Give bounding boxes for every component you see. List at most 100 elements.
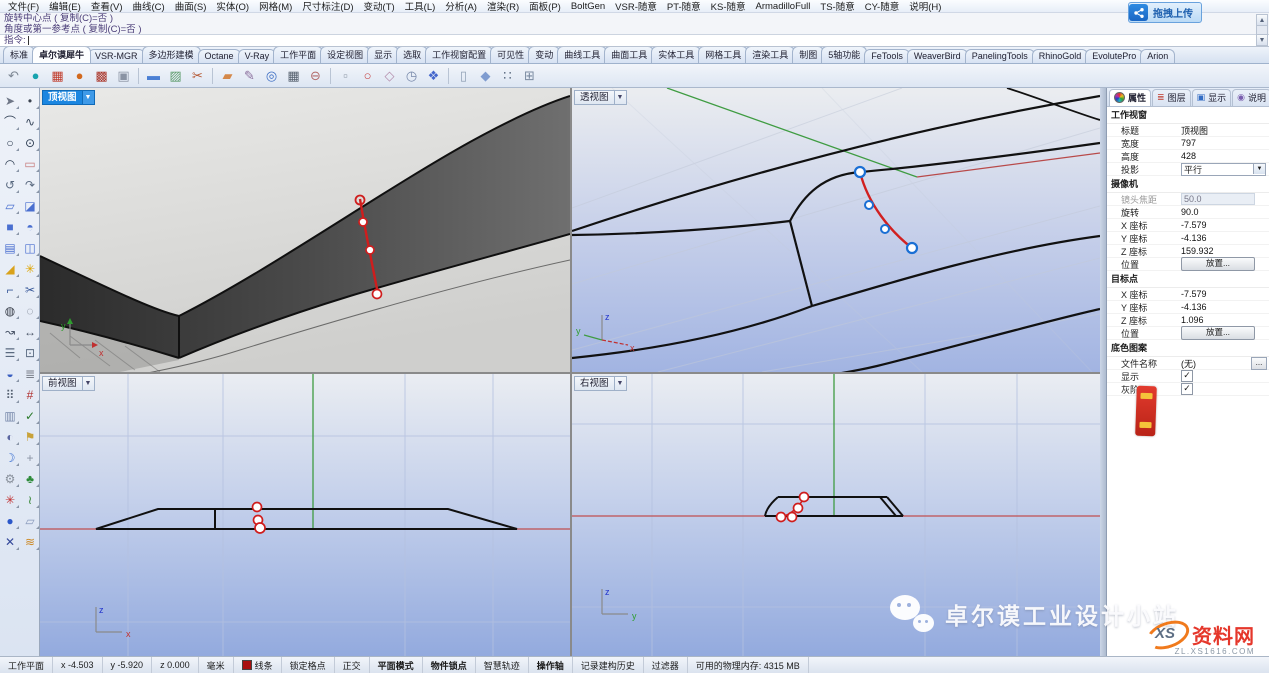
- burst-red-icon[interactable]: ✳: [0, 489, 20, 510]
- status-segment[interactable]: 智慧轨迹: [476, 657, 529, 673]
- chevron-down-icon[interactable]: ▼: [615, 90, 627, 105]
- layers-icon[interactable]: ≣: [20, 363, 40, 384]
- menu-item[interactable]: BoltGen: [566, 1, 610, 12]
- menu-item[interactable]: 尺寸标注(D): [297, 0, 358, 13]
- target-circle-icon[interactable]: ◎: [262, 66, 281, 85]
- pan-view-icon[interactable]: ▬: [144, 66, 163, 85]
- browse-button[interactable]: ...: [1251, 357, 1267, 370]
- toolbar-tab[interactable]: 曲面工具: [604, 47, 654, 63]
- status-segment[interactable]: 记录建构历史: [573, 657, 644, 673]
- property-value[interactable]: -4.136: [1181, 233, 1269, 243]
- checkbox[interactable]: ✓: [1181, 383, 1193, 395]
- viewport-perspective[interactable]: z y x 透视图 ▼: [572, 88, 1100, 372]
- red-box-icon[interactable]: ▦: [48, 66, 67, 85]
- polyline-icon[interactable]: ⌒: [0, 111, 20, 132]
- curve-edit-icon[interactable]: ↝: [0, 321, 20, 342]
- menu-item[interactable]: 文件(F): [3, 0, 44, 13]
- chevron-down-icon[interactable]: ▼: [83, 376, 95, 391]
- status-segment[interactable]: 过滤器: [644, 657, 688, 673]
- toolbar-tab[interactable]: Octane: [198, 49, 241, 63]
- checkbox[interactable]: ✓: [1181, 370, 1193, 382]
- viewport-title-right[interactable]: 右视图 ▼: [574, 376, 627, 391]
- toolbar-tab[interactable]: 标准: [3, 47, 35, 63]
- command-input[interactable]: 指令:: [0, 34, 1269, 46]
- toolbar-tab[interactable]: 显示: [367, 47, 399, 63]
- status-segment[interactable]: 物件锁点: [423, 657, 476, 673]
- trim-icon[interactable]: ✂: [20, 279, 40, 300]
- menu-item[interactable]: KS-随意: [706, 0, 751, 13]
- viewport-top[interactable]: y x 顶视图 ▼: [40, 88, 570, 372]
- property-value[interactable]: 159.932: [1181, 246, 1269, 256]
- toolbar-tab[interactable]: 实体工具: [651, 47, 701, 63]
- property-value[interactable]: -4.136: [1181, 302, 1269, 312]
- toolbar-tab[interactable]: PanelingTools: [965, 49, 1035, 63]
- menu-item[interactable]: ArmadilloFull: [751, 1, 816, 12]
- plane-tool-icon[interactable]: ◇: [380, 66, 399, 85]
- toolbar-tab[interactable]: 工作平面: [273, 47, 323, 63]
- mesh-grid-icon[interactable]: ▦: [284, 66, 303, 85]
- check-icon[interactable]: ✓: [20, 405, 40, 426]
- viewport-title-perspective[interactable]: 透视图 ▼: [574, 90, 627, 105]
- sheet-icon[interactable]: ▱: [20, 510, 40, 531]
- status-segment[interactable]: y -5.920: [103, 657, 153, 673]
- toolbar-tab[interactable]: 渲染工具: [745, 47, 795, 63]
- toolbar-tab[interactable]: 网格工具: [698, 47, 748, 63]
- sheets-icon[interactable]: ▥: [0, 405, 20, 426]
- status-segment[interactable]: 线条: [234, 657, 282, 673]
- chevron-down-icon[interactable]: ▼: [83, 90, 95, 105]
- link-icon[interactable]: ▣: [114, 66, 133, 85]
- hook-tool-icon[interactable]: ☽: [0, 447, 20, 468]
- offset-icon[interactable]: ↺: [0, 174, 20, 195]
- menu-item[interactable]: 曲面(S): [170, 0, 212, 13]
- menu-item[interactable]: CY-随意: [860, 0, 905, 13]
- toolbar-tab[interactable]: Arion: [1140, 49, 1175, 63]
- property-value[interactable]: 797: [1181, 138, 1269, 148]
- status-segment[interactable]: 可用的物理内存: 4315 MB: [688, 657, 809, 673]
- scroll-down-icon[interactable]: [1257, 34, 1267, 45]
- orange-sphere-icon[interactable]: ●: [70, 66, 89, 85]
- menu-item[interactable]: 曲线(C): [127, 0, 169, 13]
- status-segment[interactable]: 锁定格点: [282, 657, 335, 673]
- flag-icon[interactable]: ⚑: [20, 426, 40, 447]
- command-scrollbar[interactable]: [1256, 14, 1268, 46]
- chevron-down-icon[interactable]: ▼: [615, 376, 627, 391]
- panel-tab-layers[interactable]: ≣图层: [1152, 89, 1191, 106]
- cage-edit-icon[interactable]: ◫: [20, 237, 40, 258]
- arc-icon[interactable]: ◠: [0, 153, 20, 174]
- ellipse-icon[interactable]: ⊙: [20, 132, 40, 153]
- toolbar-tab[interactable]: VSR-MGR: [88, 49, 145, 63]
- menu-item[interactable]: 查看(V): [86, 0, 128, 13]
- capsule-icon[interactable]: ▯: [454, 66, 473, 85]
- toolbar-tab[interactable]: 工作视窗配置: [425, 47, 493, 63]
- toolbar-tab[interactable]: 选取: [396, 47, 428, 63]
- image-frame-icon[interactable]: ▨: [166, 66, 185, 85]
- boolean-diff-icon[interactable]: ◌: [20, 300, 40, 321]
- copy-icon[interactable]: ⊡: [20, 342, 40, 363]
- surface-points-icon[interactable]: ▱: [0, 195, 20, 216]
- sweep-surface-icon[interactable]: ◪: [20, 195, 40, 216]
- menu-item[interactable]: VSR-随意: [610, 0, 662, 13]
- menu-item[interactable]: TS-随意: [815, 0, 859, 13]
- status-segment[interactable]: x -4.503: [53, 657, 103, 673]
- extend-icon[interactable]: ⌐: [0, 279, 20, 300]
- tree-icon[interactable]: ♣: [20, 468, 40, 489]
- spine-icon[interactable]: ≀: [20, 489, 40, 510]
- panel-tab-help[interactable]: ◉说明: [1232, 89, 1269, 106]
- viewport-right[interactable]: z y 右视图 ▼: [572, 374, 1100, 656]
- status-segment[interactable]: 正交: [335, 657, 370, 673]
- toolbar-tab[interactable]: RhinoGold: [1032, 49, 1089, 63]
- place-button[interactable]: 放置...: [1181, 257, 1255, 271]
- rainbow-sheet-icon[interactable]: ▰: [218, 66, 237, 85]
- menu-item[interactable]: 网格(M): [254, 0, 297, 13]
- menu-item[interactable]: 编辑(E): [44, 0, 86, 13]
- menu-item[interactable]: 变动(T): [359, 0, 400, 13]
- scatter-dots-icon[interactable]: ∷: [498, 66, 517, 85]
- toolbar-tab[interactable]: EvolutePro: [1085, 49, 1143, 63]
- checker-box-icon[interactable]: ▩: [92, 66, 111, 85]
- menu-item[interactable]: 实体(O): [211, 0, 254, 13]
- property-value[interactable]: -7.579: [1181, 289, 1269, 299]
- menu-item[interactable]: 说明(H): [904, 0, 946, 13]
- toolbar-tab[interactable]: 制图: [792, 47, 824, 63]
- toolbar-tab[interactable]: 5轴功能: [821, 47, 867, 63]
- dimension-icon[interactable]: ↔: [20, 321, 40, 342]
